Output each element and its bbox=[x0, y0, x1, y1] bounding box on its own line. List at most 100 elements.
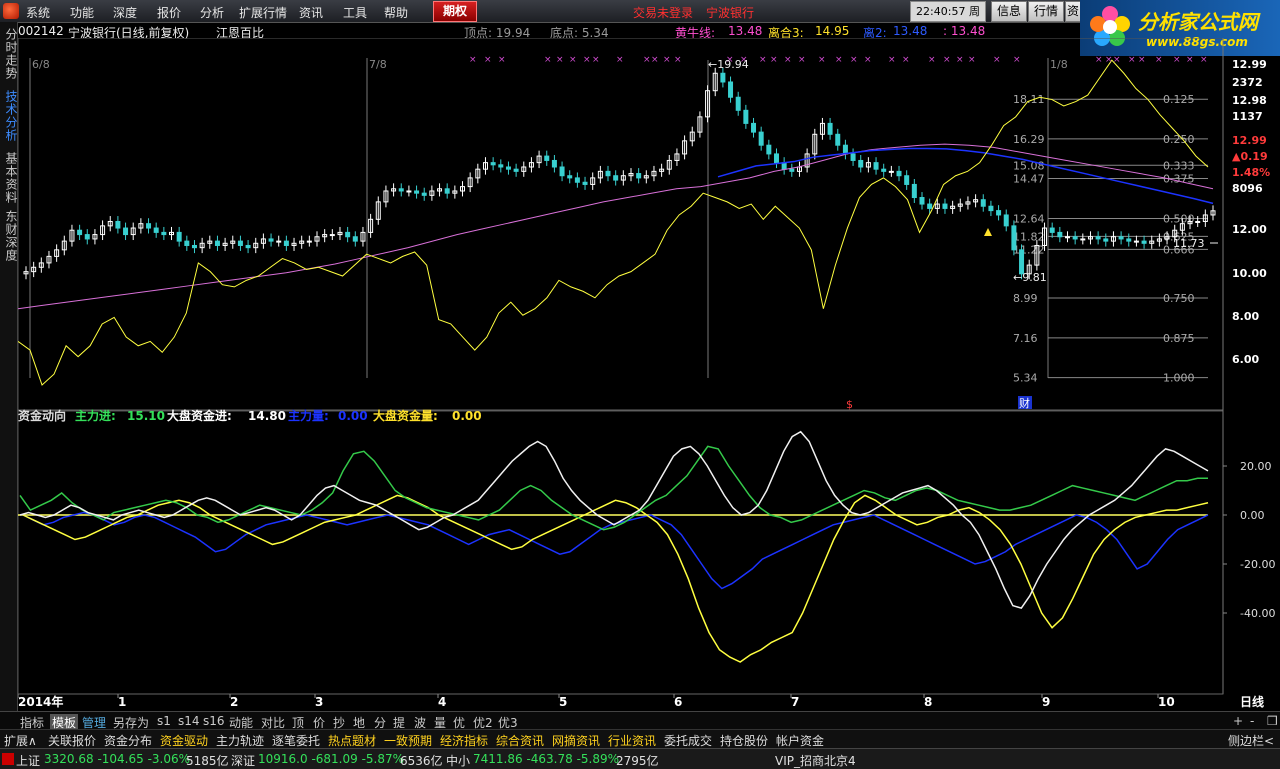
gann-ratio-label: 0.125 bbox=[1163, 93, 1195, 106]
sz-index[interactable]: 10916.0 -681.09 -5.87% bbox=[258, 752, 404, 766]
candle-body bbox=[276, 240, 282, 243]
tab-intraday[interactable]: 分时走势 bbox=[0, 28, 18, 80]
indicator-tab-4[interactable]: s1 bbox=[157, 714, 171, 728]
tab-eastmoney-depth[interactable]: 东财深度 bbox=[0, 210, 18, 262]
right-axis-label: 12.98 bbox=[1232, 94, 1267, 107]
status-bar: 上证 3320.68 -104.65 -3.06% 5185亿 深证 10916… bbox=[0, 748, 1280, 769]
right-axis-label: 2372 bbox=[1232, 76, 1263, 89]
ext-tab-0[interactable]: 扩展∧ bbox=[4, 732, 37, 749]
top-x-marker: × bbox=[1173, 55, 1181, 65]
candle-body bbox=[781, 162, 787, 170]
candle-body bbox=[84, 234, 90, 240]
sz-amount: 6536亿 bbox=[400, 754, 443, 768]
candle-body bbox=[904, 175, 910, 185]
news-button[interactable]: 资 bbox=[1065, 1, 1081, 22]
menu-help[interactable]: 帮助 bbox=[384, 4, 408, 21]
ext-tab-11[interactable]: 行业资讯 bbox=[608, 732, 656, 749]
right-axis-label: 1137 bbox=[1232, 110, 1263, 123]
candle-body bbox=[421, 192, 427, 196]
ext-tab-14[interactable]: 帐户资金 bbox=[776, 732, 824, 749]
candle-body bbox=[1064, 236, 1070, 239]
finance-marker: 财 bbox=[1019, 396, 1030, 410]
ext-tab-8[interactable]: 经济指标 bbox=[440, 732, 488, 749]
ext-tab-9[interactable]: 综合资讯 bbox=[496, 732, 544, 749]
x-axis-label: 2014年 bbox=[18, 694, 63, 709]
candle-body bbox=[544, 155, 550, 161]
ext-tab-5[interactable]: 逐笔委托 bbox=[272, 732, 320, 749]
zx-amount: 2795亿 bbox=[616, 754, 659, 768]
kline-chart[interactable]: 18.11 0.12516.29 0.25015.08 0.33314.47 0.375… bbox=[18, 38, 1280, 712]
candle-body bbox=[980, 199, 986, 207]
menu-analysis[interactable]: 分析 bbox=[200, 4, 224, 21]
candle-body bbox=[1095, 236, 1101, 240]
top-x-marker: × bbox=[993, 55, 1001, 65]
ext-tab-3[interactable]: 资金驱动 bbox=[160, 732, 208, 749]
menu-quote[interactable]: 报价 bbox=[157, 4, 181, 21]
menu-system[interactable]: 系统 bbox=[26, 4, 50, 21]
menu-ext-quote[interactable]: 扩展行情 bbox=[239, 4, 287, 21]
right-axis-label: ▲0.19 bbox=[1232, 150, 1268, 163]
ext-tab-2[interactable]: 资金分布 bbox=[104, 732, 152, 749]
zx-index[interactable]: 7411.86 -463.78 -5.89% bbox=[473, 752, 619, 766]
candle-body bbox=[896, 170, 902, 177]
candle-body bbox=[551, 159, 557, 168]
candle-body bbox=[490, 162, 496, 166]
tab-technical[interactable]: 技术分析 bbox=[0, 90, 18, 142]
indicator-tab-6[interactable]: s16 bbox=[203, 714, 225, 728]
candle-body bbox=[414, 190, 420, 194]
menu-depth[interactable]: 深度 bbox=[113, 4, 137, 21]
zx-label[interactable]: 中小 bbox=[446, 752, 470, 769]
right-axis-label: 8.00 bbox=[1232, 310, 1259, 323]
low-label: ←9.81 bbox=[1013, 271, 1047, 284]
ext-tab-7[interactable]: 一致预期 bbox=[384, 732, 432, 749]
candle-body bbox=[123, 227, 129, 236]
panel-ctrl-1[interactable]: - bbox=[1250, 714, 1254, 728]
menu-tools[interactable]: 工具 bbox=[343, 4, 367, 21]
server-name[interactable]: VIP_招商北京4 bbox=[775, 752, 856, 769]
indicator-tab-5[interactable]: s14 bbox=[178, 714, 200, 728]
peak-label: ←19.94 bbox=[708, 58, 749, 71]
trade-status[interactable]: 交易未登录 bbox=[633, 4, 693, 21]
candle-body bbox=[720, 72, 726, 83]
quote-button[interactable]: 行情 bbox=[1028, 1, 1064, 22]
top-x-marker: × bbox=[616, 55, 624, 65]
ext-tab-10[interactable]: 网摘资讯 bbox=[552, 732, 600, 749]
candle-body bbox=[1195, 221, 1201, 223]
sz-label[interactable]: 深证 bbox=[231, 752, 255, 769]
sidebar-toggle[interactable]: 侧边栏< bbox=[1228, 732, 1274, 749]
top-x-marker: × bbox=[835, 55, 843, 65]
sub-info-text: 大盘资金量: bbox=[373, 408, 438, 423]
top-x-marker: × bbox=[968, 55, 976, 65]
candle-body bbox=[214, 240, 220, 246]
top-x-marker: × bbox=[850, 55, 858, 65]
candle-body bbox=[942, 203, 948, 209]
candle-body bbox=[1126, 238, 1132, 242]
sh-index[interactable]: 3320.68 -104.65 -3.06% bbox=[44, 752, 190, 766]
candle-body bbox=[888, 170, 894, 173]
options-button[interactable]: 期权 bbox=[433, 1, 477, 22]
ext-tab-4[interactable]: 主力轨迹 bbox=[216, 732, 264, 749]
candle-body bbox=[1118, 236, 1124, 240]
gann-price-label: 11.22 bbox=[1013, 243, 1045, 256]
ext-tab-13[interactable]: 持仓股份 bbox=[720, 732, 768, 749]
panel-ctrl-2[interactable]: ❒ bbox=[1267, 714, 1278, 728]
candle-body bbox=[881, 168, 887, 172]
top-x-marker: × bbox=[818, 55, 826, 65]
menu-news[interactable]: 资讯 bbox=[299, 4, 323, 21]
ext-tab-1[interactable]: 关联报价 bbox=[48, 732, 96, 749]
sub-info-text: 主力量: bbox=[288, 408, 329, 423]
gann-price-label: 18.11 bbox=[1013, 93, 1045, 106]
ext-tab-6[interactable]: 热点题材 bbox=[328, 732, 376, 749]
x-axis-label: 9 bbox=[1042, 695, 1050, 709]
candle-body bbox=[306, 240, 312, 243]
tab-fundamental[interactable]: 基本资料 bbox=[0, 152, 18, 204]
panel-ctrl-0[interactable]: + bbox=[1233, 714, 1243, 728]
top-x-marker: × bbox=[784, 55, 792, 65]
info-button[interactable]: 信息 bbox=[991, 1, 1027, 22]
menu-function[interactable]: 功能 bbox=[70, 4, 94, 21]
stock-code: 002142 bbox=[18, 24, 64, 38]
ext-tab-12[interactable]: 委托成交 bbox=[664, 732, 712, 749]
candle-body bbox=[245, 244, 251, 249]
top-x-marker: × bbox=[498, 55, 506, 65]
sh-label[interactable]: 上证 bbox=[16, 752, 40, 769]
